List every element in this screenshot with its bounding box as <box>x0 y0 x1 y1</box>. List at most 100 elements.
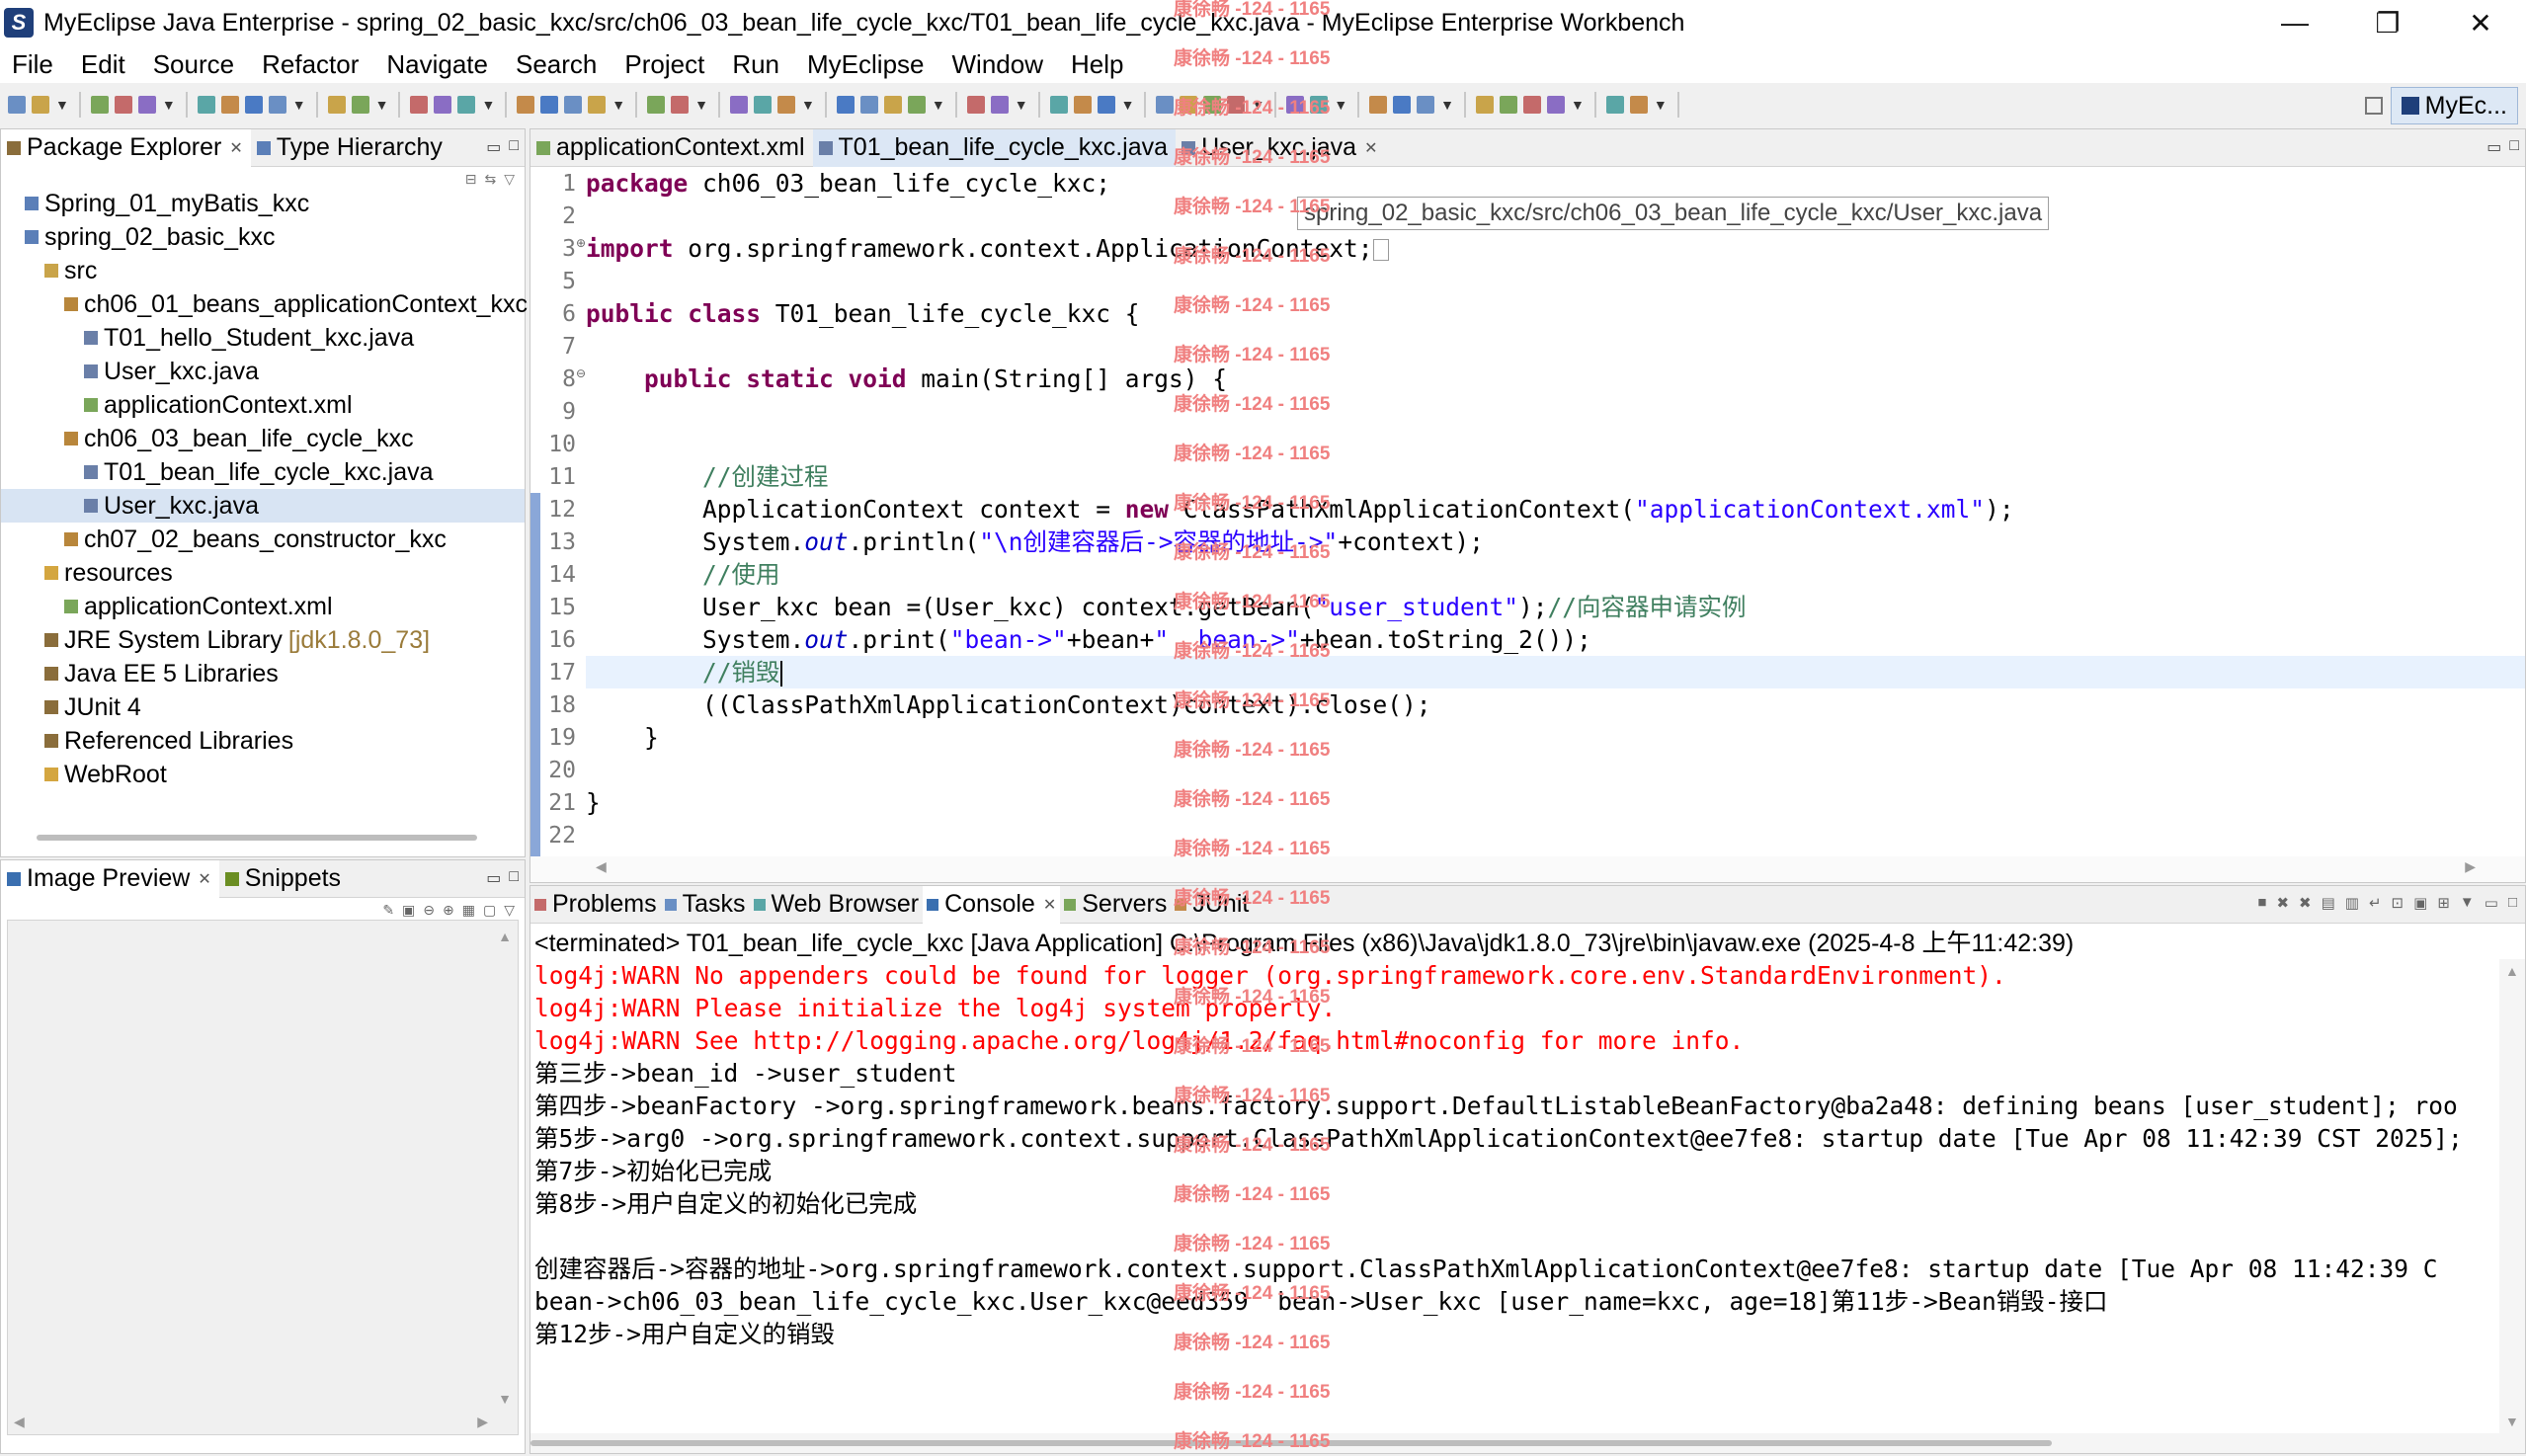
debug-icon[interactable] <box>457 96 476 114</box>
tree-item[interactable]: ch07_02_beans_constructor_kxc <box>1 523 525 556</box>
save-icon[interactable]: ▣ <box>402 902 415 919</box>
tab-type-hierarchy[interactable]: Type Hierarchy <box>251 129 450 167</box>
tab-tasks[interactable]: Tasks <box>661 886 750 924</box>
print-icon[interactable] <box>244 96 263 114</box>
debug-icon[interactable] <box>434 96 452 114</box>
perspective-icon[interactable] <box>1417 96 1435 114</box>
maximize-view-icon[interactable]: □ <box>509 137 519 157</box>
close-tab-icon[interactable]: ✕ <box>229 138 242 158</box>
open-perspective-icon[interactable] <box>2364 97 2383 115</box>
menu-file[interactable]: File <box>0 49 69 80</box>
console-vertical-scrollbar[interactable]: ▲ ▼ <box>2499 959 2525 1433</box>
nav-back-icon[interactable] <box>1476 96 1495 114</box>
maximize-view-icon[interactable]: □ <box>509 868 519 888</box>
scroll-right-icon[interactable]: ▶ <box>477 1414 488 1430</box>
tree-item[interactable]: Referenced Libraries <box>1 724 525 758</box>
debug-icon[interactable] <box>410 96 429 114</box>
dropdown-arrow-icon[interactable]: ▼ <box>801 97 815 113</box>
dropdown-arrow-icon[interactable]: ▼ <box>611 97 625 113</box>
minimize-view-icon[interactable]: ▭ <box>486 137 501 157</box>
external-tools-icon[interactable] <box>671 96 690 114</box>
tab-console[interactable]: Console ✕ <box>923 885 1061 924</box>
remove-launch-icon[interactable]: ✖ <box>2276 894 2289 912</box>
display-console-icon[interactable]: ▣ <box>2413 894 2427 912</box>
menu-refactor[interactable]: Refactor <box>250 49 374 80</box>
open-type-icon[interactable] <box>859 96 878 114</box>
scroll-up-icon[interactable]: ▲ <box>2505 963 2519 979</box>
tree-item[interactable]: JRE System Library [jdk1.8.0_73] <box>1 623 525 657</box>
scroll-lock-icon[interactable]: ▥ <box>2345 894 2359 912</box>
code-editor[interactable]: package ch06_03_bean_life_cycle_kxc; imp… <box>586 167 2525 864</box>
close-button[interactable]: ✕ <box>2434 0 2526 45</box>
scroll-up-icon[interactable]: ▲ <box>498 929 512 944</box>
run-icon[interactable] <box>588 96 607 114</box>
save-icon[interactable] <box>137 96 156 114</box>
tree-item[interactable]: WebRoot <box>1 758 525 791</box>
new-icon[interactable] <box>32 96 49 114</box>
tab-problems[interactable]: Problems <box>530 886 661 924</box>
open-task-icon[interactable] <box>990 96 1009 114</box>
tree-item[interactable]: ch06_01_beans_applicationContext_kxc <box>1 287 528 321</box>
dropdown-arrow-icon[interactable]: ▼ <box>1440 97 1454 113</box>
dropdown-arrow-icon[interactable]: ▼ <box>292 97 306 113</box>
fold-collapse-icon[interactable]: ⊖ <box>576 366 586 380</box>
zoom-in-icon[interactable]: ⊕ <box>443 902 454 919</box>
new-icon[interactable] <box>8 96 26 114</box>
menu-navigate[interactable]: Navigate <box>374 49 504 80</box>
fold-expand-icon[interactable]: ⊕ <box>576 236 586 250</box>
open-console-icon[interactable]: ⊞ <box>2437 894 2450 912</box>
tree-item[interactable]: spring_02_basic_kxc <box>1 220 525 254</box>
tab-snippets[interactable]: Snippets <box>219 860 349 898</box>
minimize-button[interactable]: — <box>2248 0 2341 45</box>
horizontal-scrollbar[interactable] <box>37 835 477 841</box>
save-icon[interactable] <box>114 96 132 114</box>
remove-all-icon[interactable]: ✖ <box>2299 894 2312 912</box>
dropdown-arrow-icon[interactable]: ▼ <box>694 97 708 113</box>
server-icon[interactable] <box>1097 96 1115 114</box>
clear-console-icon[interactable]: ▤ <box>2322 894 2335 912</box>
dropdown-arrow-icon[interactable]: ▼ <box>1571 97 1585 113</box>
menu-source[interactable]: Source <box>141 49 250 80</box>
terminate-icon[interactable]: ■ <box>2257 894 2266 912</box>
view-menu-icon[interactable]: ▼ <box>2460 894 2475 912</box>
open-type-icon[interactable] <box>883 96 902 114</box>
print-icon[interactable] <box>268 96 286 114</box>
tab-servers[interactable]: Servers <box>1060 886 1171 924</box>
pin-console-icon[interactable]: ⊡ <box>2392 894 2404 912</box>
scroll-left-icon[interactable]: ◀ <box>596 858 607 875</box>
menu-myeclipse[interactable]: MyEclipse <box>795 49 939 80</box>
dropdown-arrow-icon[interactable]: ▼ <box>375 97 389 113</box>
menu-project[interactable]: Project <box>612 49 720 80</box>
perspective-icon[interactable] <box>1393 96 1412 114</box>
run-icon[interactable] <box>540 96 559 114</box>
nav-forward-icon[interactable] <box>1605 96 1624 114</box>
external-tools-icon[interactable] <box>647 96 666 114</box>
nav-back-icon[interactable] <box>1500 96 1518 114</box>
open-type-icon[interactable] <box>836 96 855 114</box>
console-horizontal-scrollbar[interactable] <box>530 1433 2525 1453</box>
tree-item[interactable]: applicationContext.xml <box>1 590 525 623</box>
run-icon[interactable] <box>564 96 583 114</box>
nav-forward-icon[interactable] <box>1629 96 1648 114</box>
actual-size-icon[interactable]: ▢ <box>483 902 496 919</box>
edit-icon[interactable]: ✎ <box>382 902 394 919</box>
minimize-view-icon[interactable]: ▭ <box>2485 894 2498 912</box>
search-icon[interactable] <box>777 96 796 114</box>
maximize-view-icon[interactable]: □ <box>2508 894 2517 912</box>
word-wrap-icon[interactable]: ↵ <box>2369 894 2382 912</box>
dropdown-arrow-icon[interactable]: ▼ <box>162 97 176 113</box>
save-icon[interactable] <box>90 96 109 114</box>
tree-item[interactable]: T01_bean_life_cycle_kxc.java <box>1 455 525 489</box>
scroll-right-icon[interactable]: ▶ <box>2465 858 2476 875</box>
search-icon[interactable] <box>754 96 773 114</box>
close-tab-icon[interactable]: ✕ <box>1364 138 1377 158</box>
open-task-icon[interactable] <box>966 96 985 114</box>
dropdown-arrow-icon[interactable]: ▼ <box>1654 97 1668 113</box>
run-icon[interactable] <box>517 96 535 114</box>
tab-web-browser[interactable]: Web Browser <box>750 886 924 924</box>
tab-image-preview[interactable]: Image Preview ✕ <box>1 859 219 898</box>
tab-applicationcontext-xml[interactable]: applicationContext.xml <box>530 129 813 167</box>
minimize-view-icon[interactable]: ▭ <box>2486 137 2501 157</box>
undo-icon[interactable] <box>327 96 346 114</box>
dropdown-arrow-icon[interactable]: ▼ <box>1015 97 1028 113</box>
